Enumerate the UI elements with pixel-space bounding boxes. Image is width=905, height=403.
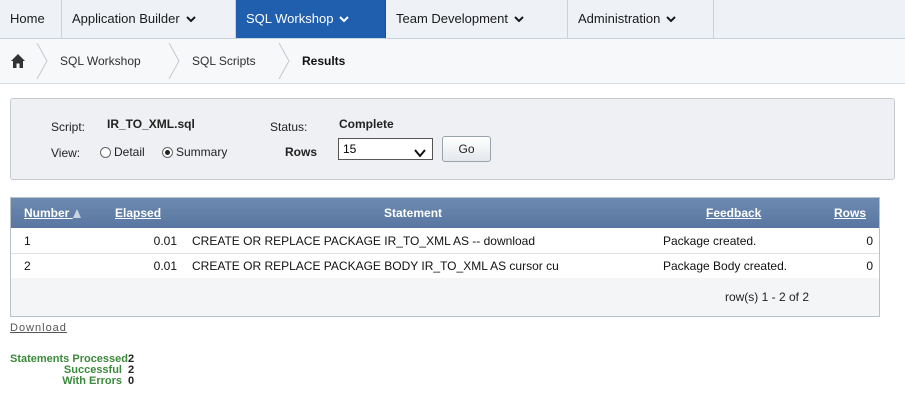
tab-administration[interactable]: Administration <box>568 0 714 38</box>
view-summary-label: Summary <box>176 145 228 159</box>
column-feedback-header[interactable]: Feedback <box>706 198 761 228</box>
sort-ascending-icon <box>72 209 81 218</box>
tab-home-label: Home <box>10 11 45 26</box>
download-link[interactable]: Download <box>10 322 67 334</box>
table-row: 1 0.01 CREATE OR REPLACE PACKAGE IR_TO_X… <box>11 229 879 254</box>
rows-select[interactable]: 15 <box>338 138 433 160</box>
column-number-label: Number <box>24 206 70 220</box>
rows-select-value: 15 <box>343 142 357 156</box>
home-icon[interactable] <box>10 53 26 69</box>
report-footer: row(s) 1 - 2 of 2 <box>11 278 879 316</box>
breadcrumb-separator-icon <box>168 43 180 79</box>
cell-rows: 0 <box>866 259 873 273</box>
view-summary-radio[interactable]: Summary <box>162 145 227 159</box>
chevron-down-icon <box>514 16 524 23</box>
breadcrumb-results: Results <box>302 54 346 68</box>
column-number-header[interactable]: Number <box>24 198 81 228</box>
breadcrumb: SQL Workshop SQL Scripts Results <box>0 39 905 84</box>
radio-checked-icon <box>162 147 173 158</box>
cell-number: 2 <box>24 259 31 273</box>
column-elapsed-header[interactable]: Elapsed <box>115 198 161 228</box>
report-header: Number Elapsed Statement Feedback Rows <box>11 198 879 228</box>
chevron-down-icon <box>414 144 426 164</box>
breadcrumb-sql-scripts[interactable]: SQL Scripts <box>192 39 256 83</box>
cell-rows: 0 <box>866 234 873 248</box>
tab-application-builder-label: Application Builder <box>72 11 180 26</box>
tab-sql-workshop-label: SQL Workshop <box>246 11 334 26</box>
tab-team-development[interactable]: Team Development <box>386 0 568 38</box>
breadcrumb-sql-workshop[interactable]: SQL Workshop <box>60 39 141 83</box>
chevron-down-icon <box>185 16 196 23</box>
view-detail-label: Detail <box>114 145 145 159</box>
stat-with-errors: With Errors 0 <box>10 376 134 387</box>
column-rows-header[interactable]: Rows <box>834 198 866 228</box>
go-button[interactable]: Go <box>442 136 491 162</box>
chevron-down-icon <box>339 16 350 23</box>
pagination-text: row(s) 1 - 2 of 2 <box>724 290 809 304</box>
status-value: Complete <box>339 117 394 131</box>
tab-administration-label: Administration <box>578 11 661 26</box>
cell-feedback: Package Body created. <box>663 259 788 273</box>
script-label: Script: <box>51 120 86 134</box>
radio-unchecked-icon <box>100 147 111 158</box>
cell-statement: CREATE OR REPLACE PACKAGE IR_TO_XML AS -… <box>192 234 536 248</box>
tab-sql-workshop[interactable]: SQL Workshop <box>236 0 386 38</box>
script-name: IR_TO_XML.sql <box>107 117 195 131</box>
table-row: 2 0.01 CREATE OR REPLACE PACKAGE BODY IR… <box>11 254 879 279</box>
script-info-region: Script: IR_TO_XML.sql Status: Complete V… <box>10 98 895 180</box>
status-label: Status: <box>270 120 308 134</box>
tab-team-development-label: Team Development <box>396 11 508 26</box>
execution-summary: Statements Processed2 Successful 2 With E… <box>10 354 134 387</box>
results-report: Number Elapsed Statement Feedback Rows 1… <box>10 197 880 317</box>
cell-feedback: Package created. <box>663 234 757 248</box>
stat-value: 0 <box>128 375 135 387</box>
tab-application-builder[interactable]: Application Builder <box>62 0 236 38</box>
cell-statement: CREATE OR REPLACE PACKAGE BODY IR_TO_XML… <box>192 259 559 273</box>
view-detail-radio[interactable]: Detail <box>100 145 145 159</box>
chevron-down-icon <box>666 16 677 23</box>
top-navigation-bar: Home Application Builder SQL Workshop Te… <box>0 0 905 39</box>
breadcrumb-separator-icon <box>36 43 48 79</box>
column-statement-header: Statement <box>384 206 443 220</box>
stat-label: With Errors <box>62 375 122 387</box>
view-label: View: <box>51 146 81 160</box>
cell-elapsed: 0.01 <box>153 259 177 273</box>
tab-home[interactable]: Home <box>0 0 62 38</box>
cell-number: 1 <box>24 234 31 248</box>
rows-label: Rows <box>285 145 318 159</box>
cell-elapsed: 0.01 <box>153 234 177 248</box>
breadcrumb-separator-icon <box>278 43 290 79</box>
